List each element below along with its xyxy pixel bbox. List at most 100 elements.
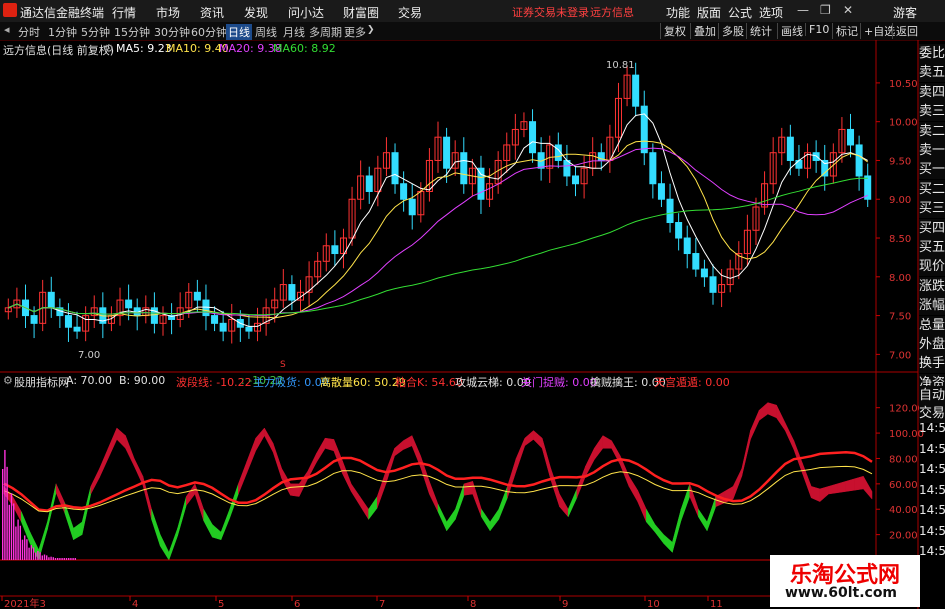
volume-bar xyxy=(57,557,59,560)
candle-body xyxy=(812,152,820,161)
quote-label[interactable]: 涨跌 xyxy=(919,276,945,296)
quote-label[interactable]: 卖一 xyxy=(919,141,945,160)
low-price-label: 7.00 xyxy=(78,350,101,361)
oscillator-band xyxy=(342,460,352,492)
quote-label[interactable]: 换手 xyxy=(919,354,945,374)
volume-bar xyxy=(65,558,68,560)
quote-label[interactable]: 总量 xyxy=(919,315,945,335)
oscillator-band xyxy=(151,509,161,547)
oscillator-band xyxy=(654,523,664,545)
quote-label[interactable]: 卖五 xyxy=(919,63,945,83)
tick-time: 14:56 xyxy=(919,482,945,497)
volume-bar xyxy=(52,557,54,560)
oscillator-band xyxy=(290,483,300,497)
candle-body xyxy=(666,198,674,224)
volume-bar xyxy=(24,535,26,560)
oscillator-band xyxy=(463,480,473,496)
quote-label[interactable]: 买一 xyxy=(919,160,945,180)
price-tick-label: 9.50 xyxy=(889,156,911,167)
oscillator-band xyxy=(515,438,526,472)
oscillator-band xyxy=(368,495,378,521)
oscillator-band xyxy=(541,438,552,481)
quote-label[interactable]: 现价 xyxy=(919,257,945,277)
oscillator-band xyxy=(437,504,447,531)
volume-bar xyxy=(68,558,70,560)
oscillator-band xyxy=(394,440,404,457)
ma20-line xyxy=(8,147,868,316)
quote-label[interactable]: 买二 xyxy=(919,179,945,199)
oscillator-band xyxy=(116,427,126,449)
auto-trade-label[interactable]: 自动 xyxy=(919,386,945,405)
candle-body xyxy=(400,183,408,200)
oscillator-band xyxy=(550,468,560,507)
quote-label[interactable]: 外盘 xyxy=(919,335,945,354)
oscillator-band xyxy=(238,460,248,495)
quote-label[interactable]: 买四 xyxy=(919,218,945,238)
candle-body xyxy=(193,291,201,301)
tick-time: 14:56 xyxy=(919,421,945,435)
oscillator-band xyxy=(489,508,500,532)
quote-label[interactable]: 委比 xyxy=(919,44,945,63)
price-tick-label: 7.50 xyxy=(889,312,911,323)
volume-bar xyxy=(30,545,32,560)
oscillator-band xyxy=(680,483,690,521)
oscillator-band xyxy=(90,468,100,495)
tick-time: 14:56 xyxy=(919,503,945,517)
quote-label[interactable]: 买五 xyxy=(919,238,945,257)
candle-body xyxy=(657,183,665,200)
price-tick-label: 10.50 xyxy=(889,79,918,90)
oscillator-band xyxy=(837,480,847,494)
oscillator-band xyxy=(559,493,569,518)
price-tick-label: 9.00 xyxy=(889,195,911,206)
candle-body xyxy=(571,175,580,185)
volume-bar xyxy=(13,503,15,560)
quote-label[interactable]: 卖三 xyxy=(919,102,945,122)
oscillator-band xyxy=(81,486,92,535)
oscillator-band xyxy=(646,508,656,533)
quote-label[interactable]: 卖二 xyxy=(919,121,945,141)
volume-bar xyxy=(41,555,43,560)
candle-body xyxy=(47,291,55,309)
oscillator-band xyxy=(593,434,604,461)
volume-bar xyxy=(17,519,19,560)
date-tick-label: 6 xyxy=(294,599,300,609)
quote-label[interactable]: 买三 xyxy=(919,199,945,219)
volume-bar xyxy=(54,558,57,560)
volume-bar xyxy=(74,558,76,560)
oscillator-band xyxy=(741,430,751,477)
quote-label[interactable]: 涨幅 xyxy=(919,296,945,316)
oscillator-band xyxy=(159,534,170,561)
indicator-tick-label: 20.00 xyxy=(889,531,918,542)
oscillator-band xyxy=(828,483,838,495)
oscillator-band xyxy=(446,508,456,532)
volume-bar xyxy=(46,555,48,560)
candle-body xyxy=(847,128,855,146)
indicator-tick-label: 40.00 xyxy=(889,505,918,516)
oscillator-band xyxy=(403,435,413,450)
oscillator-band xyxy=(107,427,118,459)
candle-body xyxy=(202,299,210,317)
date-tick-label: 9 xyxy=(562,599,568,609)
candle-body xyxy=(529,121,537,154)
candle-body xyxy=(365,175,373,192)
candle-body xyxy=(477,167,485,200)
oscillator-band xyxy=(758,402,769,421)
oscillator-band xyxy=(125,435,135,467)
oscillator-band xyxy=(576,465,586,498)
volume-bar xyxy=(10,493,13,560)
price-chart[interactable]: 10.5010.009.509.008.508.007.507.00120.00… xyxy=(0,0,945,609)
volume-bar xyxy=(70,558,72,560)
oscillator-band xyxy=(246,438,256,473)
oscillator-band xyxy=(706,496,717,531)
volume-bar xyxy=(35,552,37,560)
quote-label[interactable]: 卖四 xyxy=(919,82,945,102)
tick-time: 14:56 xyxy=(919,544,945,558)
volume-bar xyxy=(28,547,30,560)
oscillator-band xyxy=(376,471,387,509)
price-tick-label: 7.00 xyxy=(889,350,911,361)
candle-body xyxy=(640,105,648,154)
volume-bar xyxy=(32,547,35,560)
indicator-tick-label: 80.00 xyxy=(889,454,918,465)
volume-bar xyxy=(59,558,61,560)
oscillator-band xyxy=(316,437,326,464)
